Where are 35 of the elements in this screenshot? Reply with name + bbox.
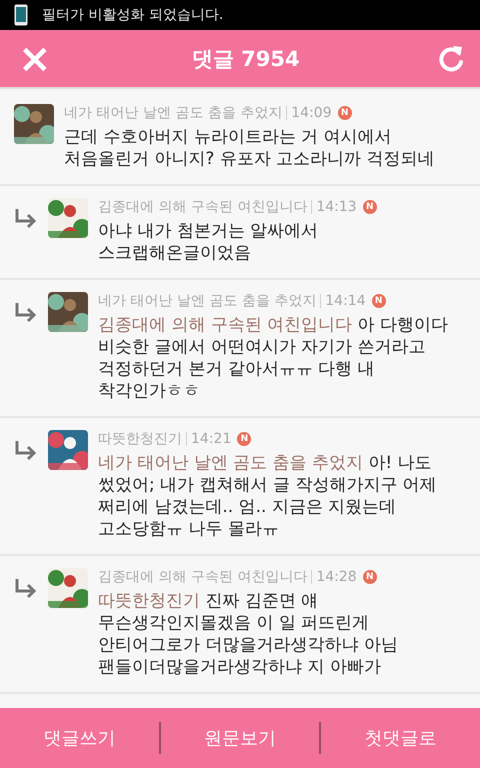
close-button[interactable]: × [14,38,56,78]
comment-text: 따뜻한청진기 진짜 김준면 얘 무슨생각인지몰겠음 이 일 퍼뜨린게 안티어그로가 더많을거라생각하냐 아님 팬들이더많을거라생각하냐 지 아빠가 [98,590,399,678]
author-name: 김종대에 의해 구속된 여친입니다 [98,198,308,216]
new-badge: N [338,106,352,120]
bottom-bar-button[interactable]: 원문보기 [160,708,320,768]
phone-icon [14,4,28,26]
new-badge: N [362,570,377,584]
new-badge: N [237,432,252,446]
author-name: 네가 태어난 날엔 곰도 춤을 추었지 [98,292,316,310]
mention-link[interactable]: 따뜻한청진기 [98,591,200,611]
comment-time: 14:13 [316,199,357,215]
new-badge: N [362,200,377,214]
comment-text: 김종대에 의해 구속된 여친입니다 아 다행이다 비슷한 글에서 어떤여시가 자기가 쓴거라고 걱정하던거 본거 같아서ㅠㅠ 다행 내 착각인가ㅎㅎ [98,314,450,402]
author-name: 김종대에 의해 구속된 여친입니다 [98,568,308,586]
comment-time: 14:21 [191,431,232,447]
comment-time: 14:14 [325,293,366,309]
header-title: 댓글 7954 [192,46,300,72]
notification-text: 필터가 비활성화 되었습니다. [42,6,224,24]
comment-time: 14:09 [291,105,332,121]
comment-text: 네가 태어난 날엔 곰도 춤을 추었지 아! 나도 썼었어; 내가 캡쳐해서 글 작성해가지구 어제 쩌리에 남겼는데.. 엄.. 지금은 지웠는데 고소당함ㅠ 나두 몰라ㅠ [98,452,438,540]
author-name: 네가 태어난 날엔 곰도 춤을 추었지 [64,104,282,122]
new-badge: N [372,294,386,308]
reply-arrow-icon [14,302,38,324]
comment-text: 아냐 내가 첨본거는 알싸에서 스크랩해온글이었음 [98,220,320,264]
mention-link[interactable]: 김종대에 의해 구속된 여친입니다 [98,315,352,335]
reply-arrow-icon [14,208,38,230]
comment-time: 14:28 [316,569,357,585]
comment-text: 근데 수호아버지 뉴라이트라는 거 여시에서 처음올린거 아니지? 유포자 고소라니까 걱정되네 [64,126,436,170]
reply-arrow-icon [14,440,38,462]
author-name: 따뜻한청진기 [98,430,182,448]
bottom-bar-button[interactable]: 댓글쓰기 [0,708,159,768]
refresh-icon [438,44,466,74]
mention-link[interactable]: 네가 태어난 날엔 곰도 춤을 추었지 [98,453,364,473]
bottom-bar-button[interactable]: 첫댓글로 [321,708,480,768]
reply-arrow-icon [14,578,38,600]
